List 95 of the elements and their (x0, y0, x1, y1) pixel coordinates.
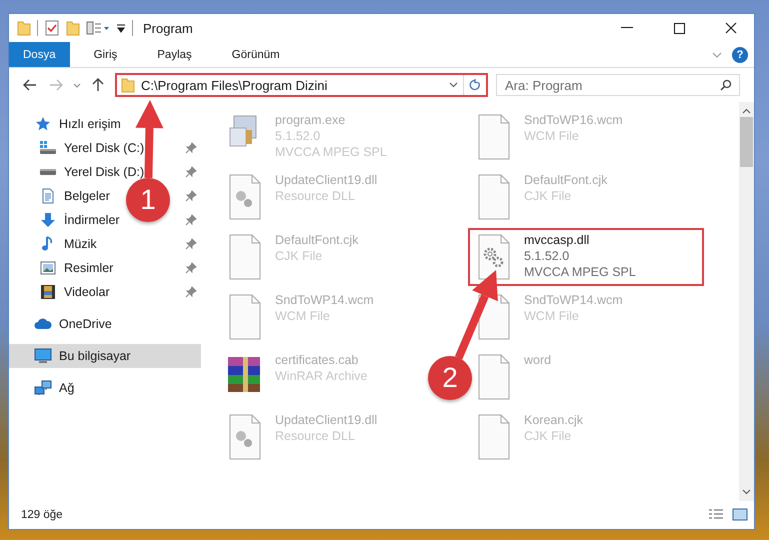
file-name: word (524, 352, 552, 368)
ribbon-tab[interactable]: Giriş (78, 42, 134, 67)
up-arrow-icon[interactable] (92, 78, 104, 92)
recent-locations-icon[interactable] (73, 82, 81, 88)
file-name: SndToWP16.wcm (524, 112, 623, 128)
file-icon (228, 294, 262, 340)
address-path: C:\Program Files\Program Dizini (141, 78, 328, 92)
ribbon-tab[interactable]: Dosya (9, 42, 70, 67)
sidebar-item[interactable]: Yerel Disk (C:) (64, 141, 144, 155)
address-bar[interactable]: C:\Program Files\Program Dizini (115, 73, 488, 97)
window-title: Program (142, 20, 194, 36)
search-icon (720, 79, 732, 91)
file-detail: CJK File (524, 428, 572, 444)
sidebar-item[interactable]: Müzik (64, 237, 97, 251)
file-name: UpdateClient19.dll (275, 172, 378, 188)
network-icon (34, 380, 52, 396)
customize-toolbar-icon[interactable] (86, 21, 110, 35)
file-icon (477, 354, 511, 400)
scrollbar[interactable] (739, 102, 754, 501)
pin-icon[interactable] (185, 286, 197, 298)
file-name: DefaultFont.cjk (524, 172, 608, 188)
search-field[interactable]: Ara: Program (496, 74, 740, 96)
down-arrow-icon (40, 212, 56, 228)
file-detail: WCM File (275, 308, 331, 324)
file-name: SndToWP14.wcm (524, 292, 623, 308)
pin-icon[interactable] (185, 190, 197, 202)
gear-file-icon (228, 174, 262, 220)
sidebar-item[interactable]: İndirmeler (64, 213, 120, 227)
sidebar-item[interactable]: Hızlı erişim (59, 117, 121, 131)
film-icon (40, 284, 56, 300)
file-name: DefaultFont.cjk (275, 232, 358, 248)
gear-file-icon (477, 234, 511, 280)
file-detail: 5.1.52.0 (524, 248, 570, 264)
drive-icon (39, 168, 57, 176)
properties-icon[interactable] (44, 20, 60, 36)
new-folder-icon[interactable] (66, 20, 80, 36)
dropdown-icon[interactable] (116, 23, 126, 33)
back-icon[interactable] (23, 79, 37, 91)
file-icon (477, 414, 511, 460)
file-name: Korean.cjk (524, 412, 584, 428)
file-name: mvccasp.dll (524, 232, 590, 248)
file-item[interactable]: mvccasp.dll 5.1.52.0 MVCCA MPEG SPL (468, 228, 704, 286)
pin-icon[interactable] (185, 262, 197, 274)
drive-icon (39, 140, 57, 156)
forward-icon[interactable] (49, 79, 63, 91)
sidebar-item[interactable]: Resimler (64, 261, 114, 275)
file-detail: MVCCA MPEG SPL (524, 264, 636, 280)
large-icons-view-icon[interactable] (732, 508, 748, 522)
file-detail: WCM File (524, 308, 580, 324)
cloud-icon (34, 317, 52, 331)
file-detail: WinRAR Archive (275, 368, 368, 384)
folder-icon (121, 77, 135, 93)
pin-icon[interactable] (185, 238, 197, 250)
computer-icon (34, 348, 52, 364)
file-name: SndToWP14.wcm (275, 292, 374, 308)
file-detail: 5.1.52.0 (275, 128, 322, 144)
sidebar-item[interactable]: Ağ (59, 381, 74, 395)
gear-file-icon (228, 414, 262, 460)
file-detail: CJK File (275, 248, 324, 264)
file-name: program.exe (275, 112, 346, 128)
file-detail: Resource DLL (275, 188, 356, 204)
file-detail: Resource DLL (275, 428, 356, 444)
file-detail: WCM File (524, 128, 580, 144)
expand-ribbon-icon[interactable] (712, 52, 722, 58)
item-count: 129 öğe (21, 509, 64, 521)
ribbon-tab[interactable]: Görünüm (216, 42, 296, 67)
pin-icon[interactable] (185, 166, 197, 178)
minimize-icon (621, 27, 633, 29)
file-detail: MVCCA MPEG SPL (275, 144, 387, 160)
help-button[interactable]: ? (732, 46, 748, 62)
picture-icon (40, 260, 56, 276)
pin-icon[interactable] (185, 214, 197, 226)
file-detail: CJK File (524, 188, 572, 204)
refresh-icon (469, 79, 481, 91)
scrollbar-thumb[interactable] (740, 117, 753, 167)
sidebar-item[interactable]: Bu bilgisayar (59, 349, 131, 363)
maximize-icon (674, 22, 684, 34)
dropdown-icon[interactable] (448, 82, 458, 88)
sidebar-item[interactable]: OneDrive (59, 317, 112, 331)
file-name: UpdateClient19.dll (275, 412, 378, 428)
star-icon (35, 116, 51, 132)
scroll-down-icon[interactable] (742, 489, 751, 495)
close-icon (725, 22, 737, 34)
file-icon (477, 174, 511, 220)
sidebar-item[interactable]: Belgeler (64, 189, 110, 203)
pin-icon[interactable] (185, 142, 197, 154)
file-icon (477, 114, 511, 160)
sidebar-item[interactable]: Videolar (64, 285, 110, 299)
file-icon (228, 234, 262, 280)
folder-icon[interactable] (17, 20, 31, 36)
file-name: certificates.cab (275, 352, 360, 368)
sidebar-item[interactable]: Yerel Disk (D:) (64, 165, 144, 179)
ribbon-tab[interactable]: Paylaş (141, 42, 208, 67)
scroll-up-icon[interactable] (742, 108, 751, 114)
document-icon (40, 188, 56, 204)
